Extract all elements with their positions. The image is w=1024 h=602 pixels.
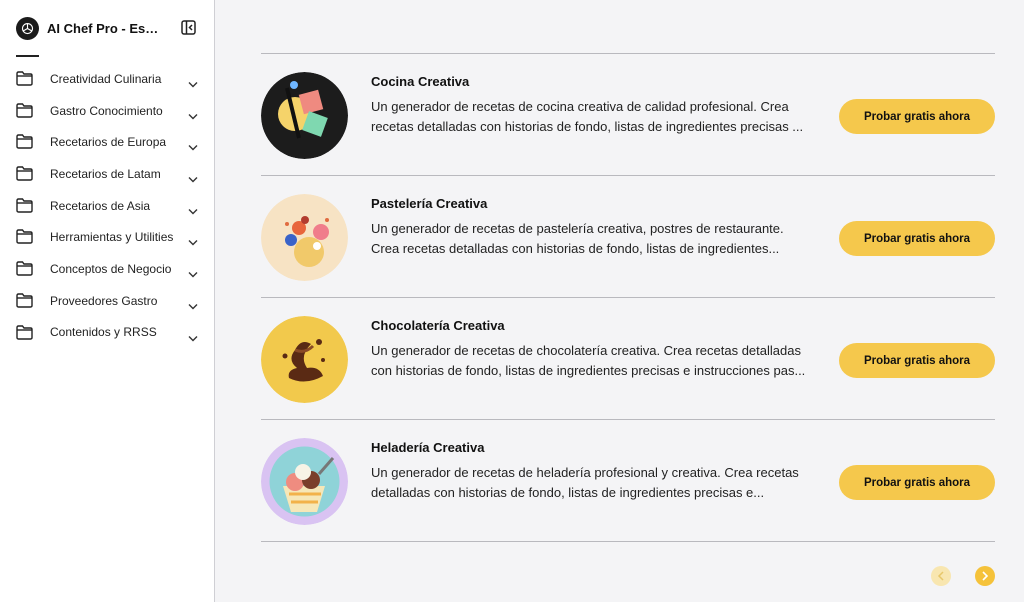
sidebar-item-label: Recetarios de Latam [50, 166, 161, 181]
sidebar-item-contenidos-rrss[interactable]: Contenidos y RRSS [0, 317, 214, 349]
card-description: Un generador de recetas de chocolatería … [371, 343, 806, 378]
sidebar-collapse-icon[interactable] [181, 20, 196, 35]
chevron-down-icon[interactable] [188, 202, 198, 215]
try-free-button[interactable]: Probar gratis ahora [839, 465, 995, 500]
gpt-card-heladeria: Heladería Creativa Un generador de recet… [261, 420, 995, 542]
chevron-down-icon[interactable] [188, 265, 198, 278]
card-description: Un generador de recetas de heladería pro… [371, 465, 799, 500]
card-title[interactable]: Chocolatería Creativa [371, 318, 505, 333]
sidebar-item-recetarios-europa[interactable]: Recetarios de Europa [0, 126, 214, 158]
card-description: Un generador de recetas de pastelería cr… [371, 221, 784, 256]
sidebar-item-proveedores-gastro[interactable]: Proveedores Gastro [0, 285, 214, 317]
sidebar-item-label: Creatividad Culinaria [50, 71, 162, 86]
heladeria-thumbnail[interactable] [261, 438, 348, 525]
sidebar-item-creatividad-culinaria[interactable]: Creatividad Culinaria [0, 63, 214, 95]
folder-icon [16, 71, 33, 86]
chevron-down-icon[interactable] [188, 329, 198, 341]
folder-icon [16, 134, 33, 150]
try-free-button[interactable]: Probar gratis ahora [839, 99, 995, 134]
cocina-thumbnail[interactable] [261, 72, 348, 159]
sidebar-item-label: Proveedores Gastro [50, 293, 158, 308]
chevron-down-icon[interactable] [188, 297, 198, 310]
brand-underline [16, 55, 39, 57]
folder-icon [16, 166, 33, 181]
pasteleria-thumbnail[interactable] [261, 194, 348, 281]
card-title[interactable]: Heladería Creativa [371, 440, 484, 455]
sidebar-item-herramientas[interactable]: Herramientas y Utilities [0, 221, 214, 253]
try-free-button[interactable]: Probar gratis ahora [839, 343, 995, 378]
sidebar-item-gastro-conocimiento[interactable]: Gastro Conocimiento [0, 95, 214, 127]
chevron-down-icon[interactable] [188, 233, 198, 246]
chevron-down-icon[interactable] [188, 138, 198, 151]
chevron-right-icon[interactable] [975, 566, 995, 586]
chevron-down-icon[interactable] [188, 170, 198, 183]
folder-icon [16, 293, 33, 308]
gpt-card-chocolateria: Chocolatería Creativa Un generador de re… [261, 298, 995, 420]
folder-icon [16, 261, 33, 276]
try-free-button[interactable]: Probar gratis ahora [839, 221, 995, 256]
brand[interactable]: AI Chef Pro - Españ... [16, 16, 165, 40]
chevron-down-icon[interactable] [188, 107, 198, 120]
folder-icon [16, 324, 33, 340]
sidebar-item-conceptos-negocio[interactable]: Conceptos de Negocio [0, 253, 214, 285]
sidebar-nav: Creatividad Culinaria Gastro Conocimient… [0, 63, 214, 348]
gpt-card-pasteleria: Pastelería Creativa Un generador de rece… [261, 176, 995, 298]
gpt-card-cocina: Cocina Creativa Un generador de recetas … [261, 54, 995, 176]
openai-logo-icon [16, 16, 39, 40]
sidebar-item-label: Recetarios de Asia [50, 198, 151, 213]
sidebar-item-label: Herramientas y Utilities [50, 230, 174, 245]
card-description: Un generador de recetas de cocina creati… [371, 99, 804, 134]
main-content: Cocina Creativa Un generador de recetas … [216, 0, 1024, 602]
card-title[interactable]: Pastelería Creativa [371, 196, 487, 211]
chocolateria-thumbnail[interactable] [261, 316, 348, 403]
card-title[interactable]: Cocina Creativa [371, 74, 469, 89]
chevron-left-icon[interactable] [931, 566, 951, 586]
sidebar-item-label: Contenidos y RRSS [50, 325, 157, 340]
sidebar-item-recetarios-asia[interactable]: Recetarios de Asia [0, 190, 214, 222]
sidebar-item-recetarios-latam[interactable]: Recetarios de Latam [0, 158, 214, 190]
folder-icon [16, 102, 33, 118]
sidebar-item-label: Recetarios de Europa [50, 135, 167, 150]
sidebar-item-label: Conceptos de Negocio [50, 261, 172, 276]
folder-icon [16, 198, 33, 213]
brand-title: AI Chef Pro - Españ... [47, 20, 165, 36]
chevron-down-icon[interactable] [188, 75, 198, 88]
sidebar: AI Chef Pro - Españ... Creatividad Culin… [0, 0, 215, 602]
sidebar-item-label: Gastro Conocimiento [50, 103, 163, 118]
folder-icon [16, 229, 33, 245]
